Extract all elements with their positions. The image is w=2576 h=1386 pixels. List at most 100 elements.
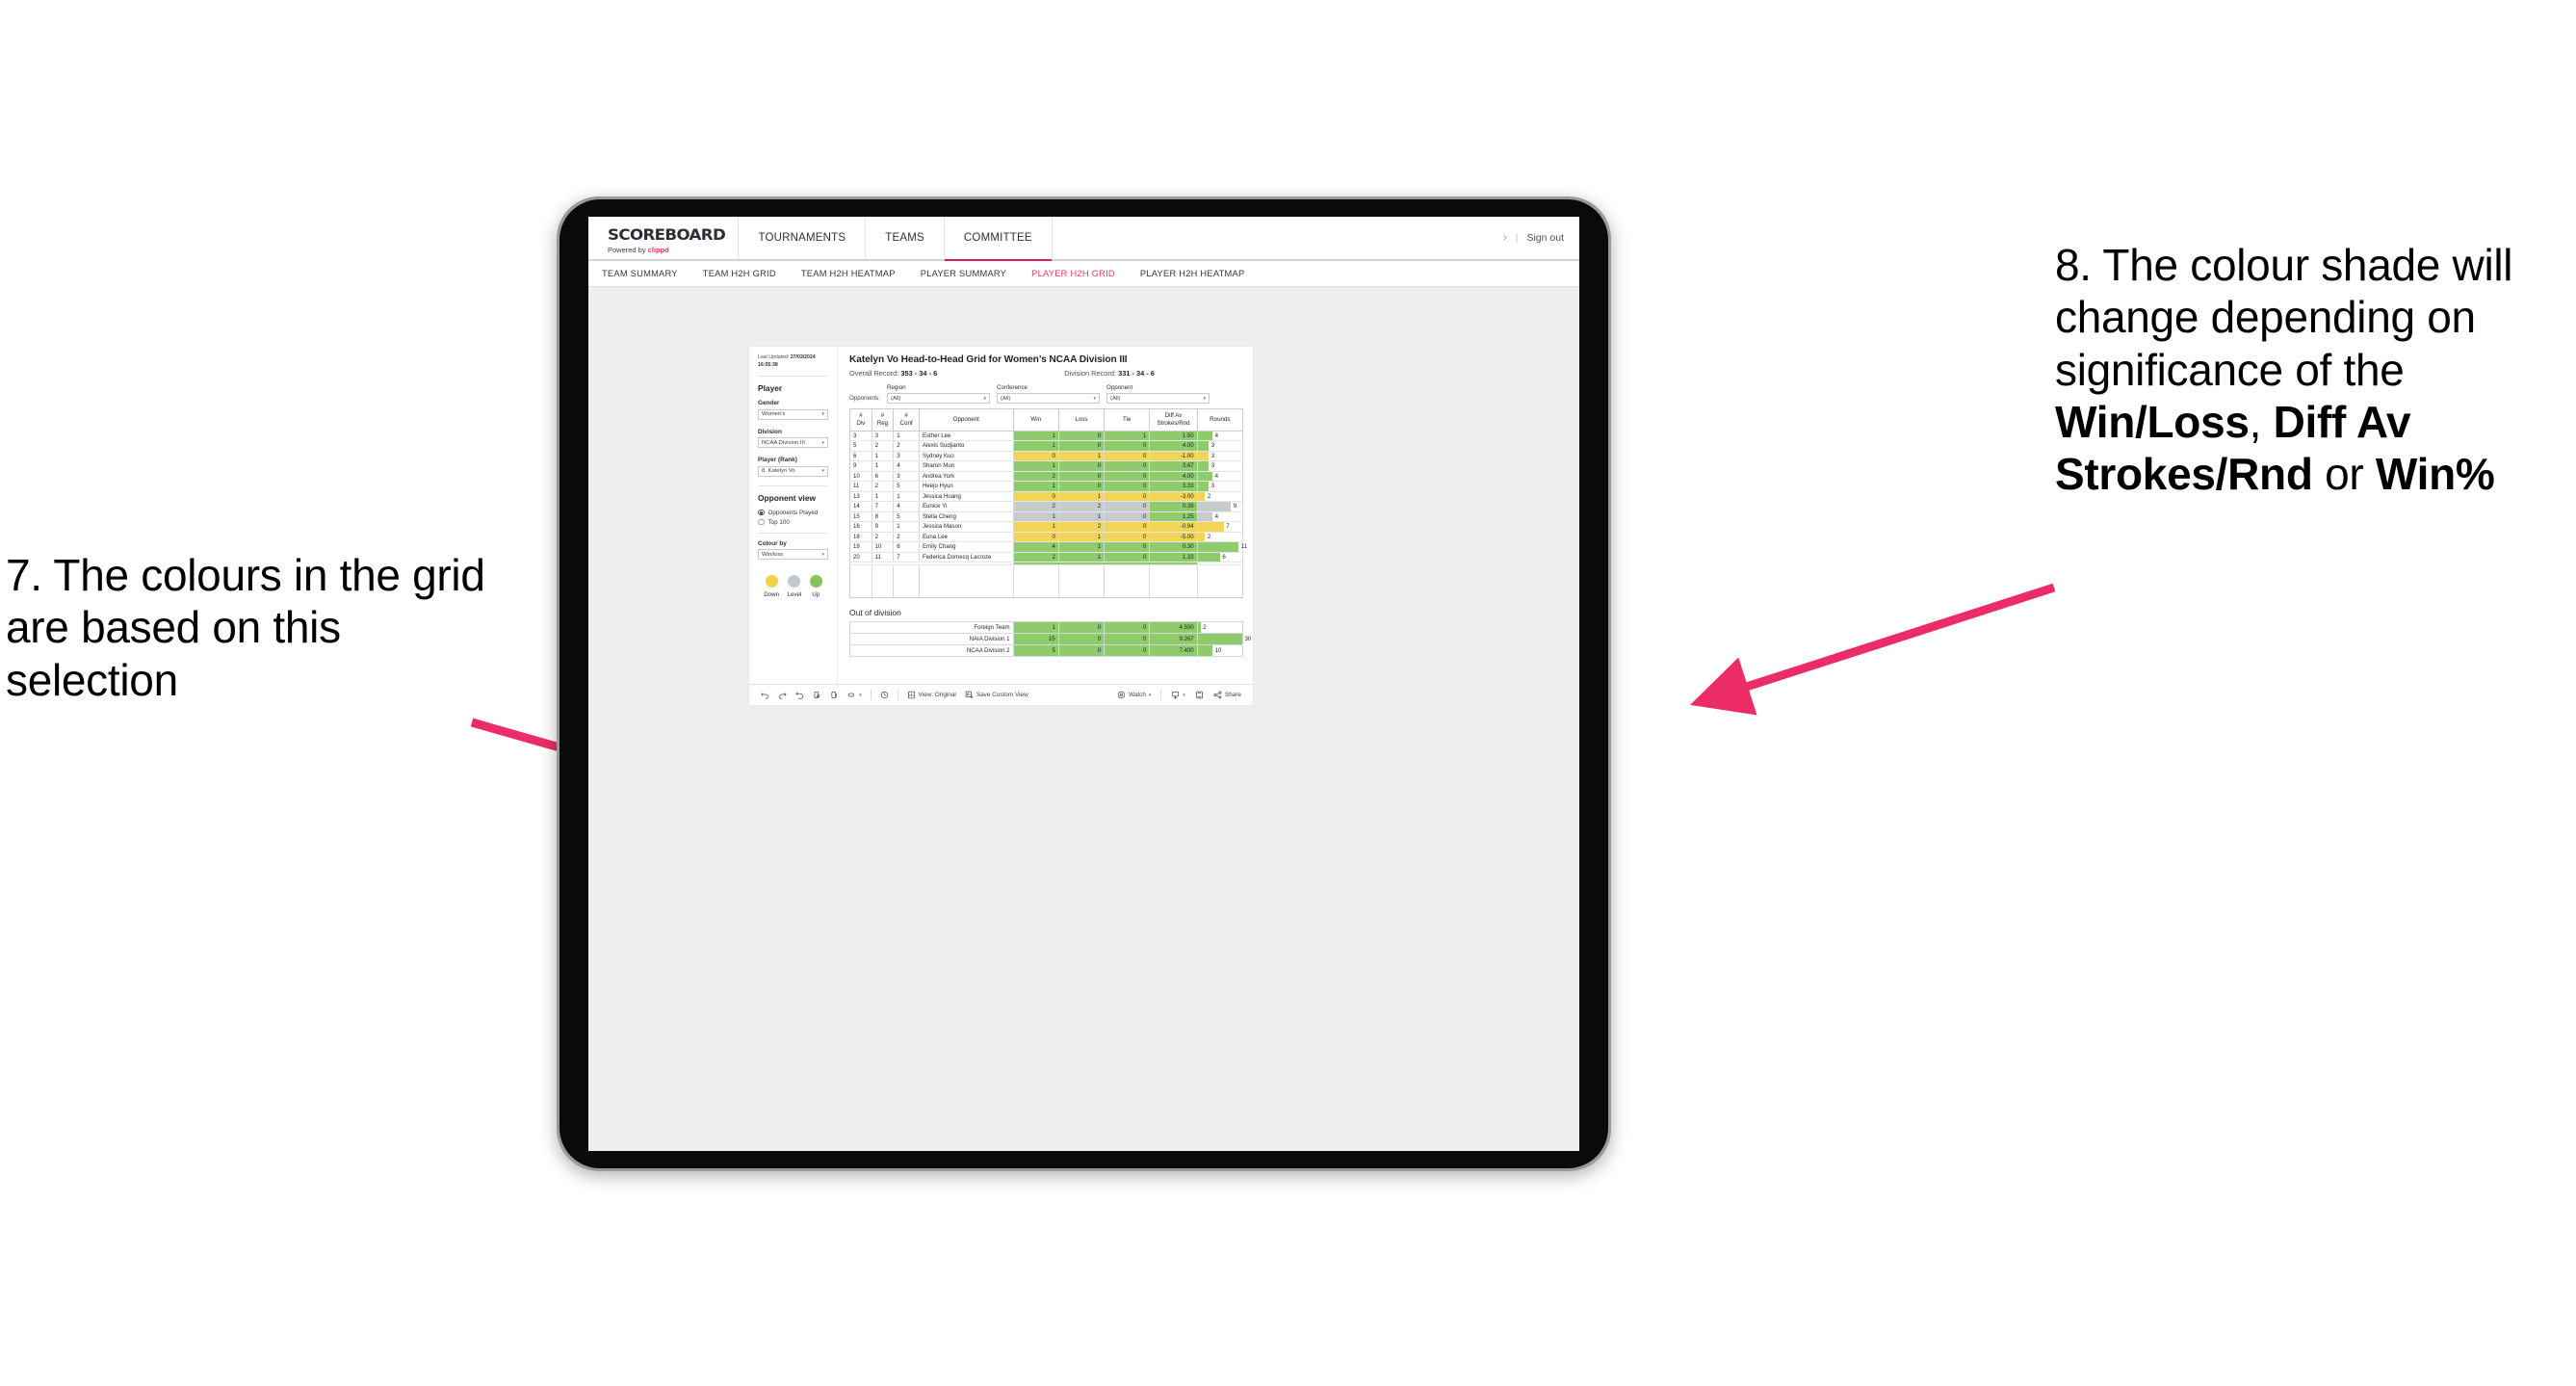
legend-label-down: Down [764,591,780,599]
colour-by-field: Colour by Win/loss ▾ [758,540,828,561]
rounds-value: 4 [1214,431,1219,439]
undo-icon[interactable] [761,691,769,699]
rounds-bar [1197,634,1242,644]
save-custom-view-button[interactable]: Save Custom View [965,691,1028,699]
opponent-label: Opponent [1106,384,1133,391]
legend-item-level: Level [787,575,802,599]
refresh-icon[interactable] [813,691,821,699]
cell-diff-av: 3.33 [1149,481,1198,492]
sign-out-button[interactable]: Sign out [1526,232,1564,244]
cell-win: 2 [1012,552,1059,562]
download-icon[interactable]: ▾ [1171,691,1185,699]
conference-select[interactable]: (All) ▾ [997,393,1100,404]
chevron-down-icon: ▾ [1203,395,1206,402]
alerts-icon[interactable] [880,691,889,699]
table-row[interactable]: 6 1 3 Sydney Kuo 0 1 0 -1.00 3 [849,451,1244,461]
toolbar-divider [1160,690,1162,700]
table-row[interactable]: 13 1 1 Jessica Huang 0 1 0 -3.00 2 [849,491,1244,502]
table-row[interactable]: 10 6 3 Andrea York 2 0 0 4.00 4 [849,471,1244,482]
share-button[interactable]: Share [1213,691,1241,699]
revert-icon[interactable] [795,691,804,699]
cell-loss: 0 [1057,644,1106,657]
table-row[interactable]: NAIA Division 1 15 0 0 9.267 30 [849,633,1251,645]
table-row[interactable]: 9 1 4 Sharon Mun 1 0 0 3.67 3 [849,460,1244,472]
region-value: (All) [891,395,901,402]
toolbar-divider [870,690,872,700]
legend-label-up: Up [812,591,820,599]
table-row[interactable]: 20 11 7 Federica Domecq Lacroze 2 1 0 1.33 6 [849,552,1244,562]
view-original-button[interactable]: View: Original [907,691,956,699]
colour-by-select[interactable]: Win/loss ▾ [758,549,828,561]
cell-div-rank: 20 [849,552,872,562]
page-title: Katelyn Vo Head-to-Head Grid for Women’s… [849,354,1128,365]
annotation-sep-2: or [2312,449,2376,500]
cell-win: 1 [1012,511,1059,522]
table-row[interactable]: 16 9 1 Jessica Mason 1 2 0 -0.94 7 [849,521,1244,533]
grid-col-header: # Conf [893,408,920,431]
table-row[interactable]: 11 2 5 Heejo Hyun 1 0 0 3.33 3 [849,481,1244,492]
cell-win: 1 [1012,460,1059,472]
table-row[interactable]: 5 2 2 Alexis Sudjianto 1 0 0 4.00 3 [849,440,1244,452]
chevron-down-icon: ▾ [1148,692,1152,698]
brand-tagline: Powered by clippd [608,246,720,254]
view-original-label: View: Original [918,692,956,698]
cell-reg-rank: 8 [871,511,895,522]
region-select[interactable]: (All) ▾ [887,393,990,404]
nav-tournaments[interactable]: TOURNAMENTS [739,217,867,259]
table-row[interactable]: NCAA Division 2 5 0 0 7.400 10 [849,644,1244,657]
player-rank-label: Player (Rank) [758,457,797,464]
cell-reg-rank: 1 [871,491,895,502]
nav-teams[interactable]: TEAMS [866,217,945,259]
legend-label-level: Level [787,591,802,599]
table-row[interactable]: 3 3 1 Esther Lee 1 0 1 1.50 4 [849,431,1244,441]
fullscreen-icon[interactable] [1195,691,1204,699]
radio-opponents-played[interactable]: Opponents Played [758,510,828,516]
gender-select[interactable]: Women’s ▾ [758,408,828,420]
subnav-team-h2h-heatmap[interactable]: TEAM H2H HEATMAP [801,269,896,278]
radio-top-100[interactable]: Top 100 [758,519,828,526]
cell-reg-rank: 1 [871,451,895,461]
out-of-division-table: Foreign Team 1 0 0 4.500 2 NAIA Division 1 15 0 0… [849,621,1251,657]
cell-conf-rank: 3 [893,471,920,482]
toolbar-right: Watch ▾ ▾ Share [1117,690,1241,700]
subnav-player-summary[interactable]: PLAYER SUMMARY [921,269,1006,278]
table-row[interactable]: Foreign Team 1 0 0 4.500 2 [849,621,1244,634]
cell-rounds: 3 [1196,451,1244,461]
table-row[interactable]: 14 7 4 Eunice Yi 2 2 0 0.38 9 [849,501,1244,512]
division-record-label: Division Record: [1064,369,1119,378]
cell-opponent: Heejo Hyun [918,481,1014,492]
chevron-right-icon[interactable]: › [1503,232,1507,244]
pause-icon[interactable] [830,691,839,699]
table-row[interactable]: 18 2 2 Euna Lee 0 1 0 -5.00 2 [849,532,1244,542]
subnav-player-h2h-heatmap[interactable]: PLAYER H2H HEATMAP [1140,269,1245,278]
annotation-right: 8. The colour shade will change dependin… [2055,239,2575,500]
redo-icon[interactable] [778,691,787,699]
division-select[interactable]: NCAA Division III ▾ [758,437,828,449]
table-row[interactable]: 19 10 6 Emily Chang 4 1 0 0.30 11 [849,541,1247,553]
legend-dot-level [788,575,801,588]
cell-rounds: 3 [1196,460,1244,472]
cell-div-rank: 3 [849,431,872,441]
opponent-select[interactable]: (All) ▾ [1106,393,1210,404]
watch-button[interactable]: Watch ▾ [1117,691,1151,699]
rounds-value: 4 [1214,512,1219,520]
subnav-team-summary[interactable]: TEAM SUMMARY [602,269,678,278]
table-row[interactable]: 15 8 5 Stella Cheng 1 1 0 1.25 4 [849,511,1244,522]
player-rank-select[interactable]: 8. Katelyn Vo ▾ [758,465,828,477]
cell-diff-av: 4.500 [1149,621,1198,634]
grid-col-header: Loss [1057,408,1106,431]
cell-div-rank: 16 [849,521,872,533]
cell-group-name: NCAA Division 2 [849,644,1014,657]
nav-committee[interactable]: COMMITTEE [944,217,1053,261]
h2h-grid-wrapper: # Div # Reg # Conf Opponent Win Loss Tie Diff Av St… [849,408,1247,598]
gender-field: Gender Women’s ▾ [758,400,828,420]
subnav-team-h2h-grid[interactable]: TEAM H2H GRID [703,269,776,278]
pan-icon[interactable]: ▾ [847,691,862,699]
grid-col-header: # Reg [871,408,895,431]
rounds-bar [1197,461,1210,471]
cell-win: 1 [1012,621,1059,634]
cell-opponent: Esther Lee [918,431,1014,441]
radio-label-opponents-played: Opponents Played [768,509,819,516]
subnav-player-h2h-grid[interactable]: PLAYER H2H GRID [1031,269,1115,278]
cell-tie: 0 [1104,511,1151,522]
